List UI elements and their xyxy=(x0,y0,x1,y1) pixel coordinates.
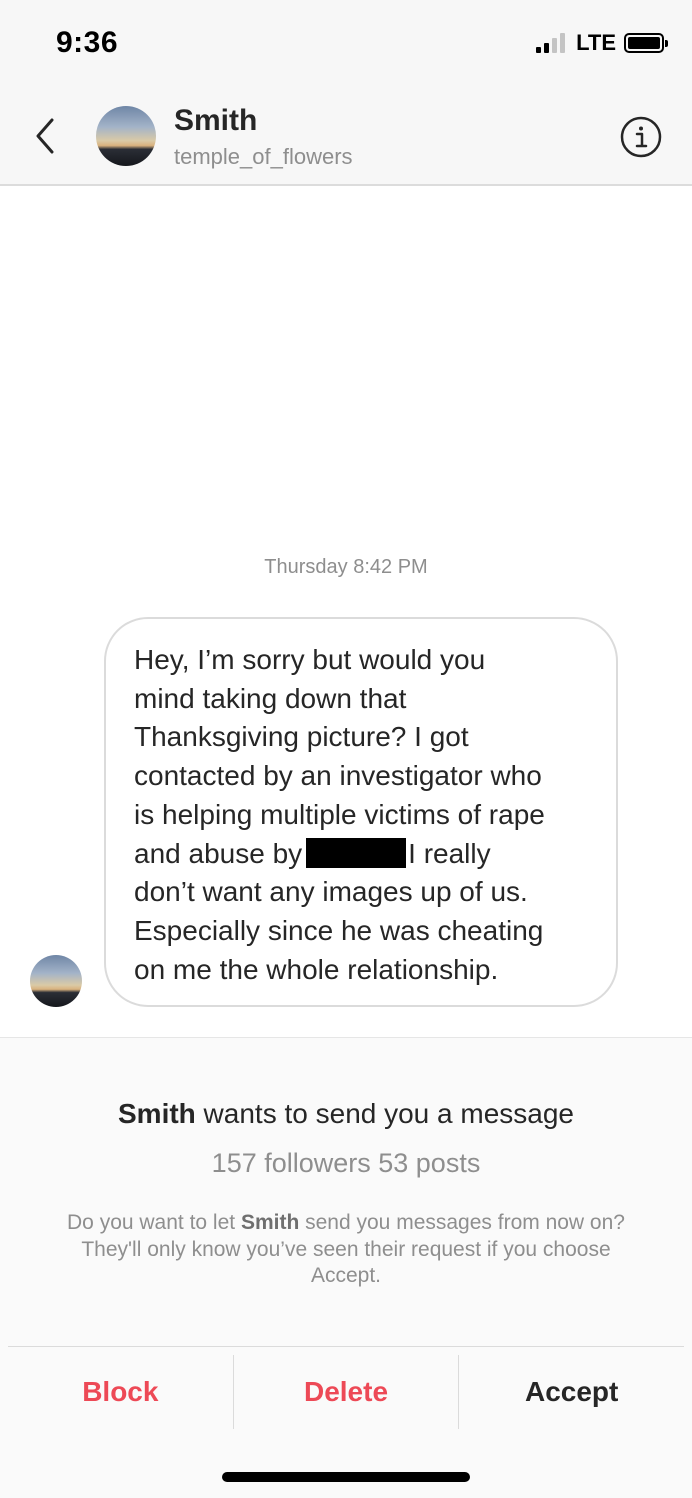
message-bubble[interactable]: Hey, I’m sorry but would you mind taking… xyxy=(104,617,618,1007)
request-desc-text: Do you want to let xyxy=(67,1211,241,1234)
sender-avatar[interactable] xyxy=(30,955,82,1007)
request-title: Smith wants to send you a message xyxy=(0,1098,692,1130)
message-line: mind taking down that xyxy=(134,682,407,714)
redaction-box xyxy=(306,837,407,868)
message-timestamp: Thursday 8:42 PM xyxy=(264,556,428,578)
status-bar: 9:36 LTE xyxy=(0,0,692,86)
message-line: on me the whole relationship. xyxy=(134,953,499,985)
message-line: contacted by an investigator who xyxy=(134,760,542,792)
conversation-header: Smith temple_of_flowers xyxy=(0,86,692,186)
accept-button[interactable]: Accept xyxy=(459,1347,684,1429)
request-sender-name: Smith xyxy=(118,1098,196,1129)
status-indicators: LTE xyxy=(536,30,668,56)
message-line: Especially since he was cheating xyxy=(134,914,544,946)
info-button[interactable] xyxy=(620,116,662,158)
block-button[interactable]: Block xyxy=(8,1347,233,1429)
delete-button[interactable]: Delete xyxy=(234,1347,459,1429)
message-line: is helping multiple victims of rape xyxy=(134,798,545,830)
message-line: and abuse by I really xyxy=(134,835,596,874)
message-line: don’t want any images up of us. xyxy=(134,876,528,908)
message-line: Hey, I’m sorry but would you xyxy=(134,644,486,675)
chevron-left-icon xyxy=(36,118,54,154)
request-title-text: wants to send you a message xyxy=(195,1098,574,1129)
battery-full-icon xyxy=(624,33,668,53)
request-action-bar: Block Delete Accept xyxy=(8,1346,684,1429)
request-desc-name: Smith xyxy=(240,1211,300,1234)
back-button[interactable] xyxy=(26,110,66,162)
signal-strength-icon xyxy=(536,33,568,53)
contact-username[interactable]: temple_of_flowers xyxy=(174,144,353,170)
request-description: Do you want to let Smith send you messag… xyxy=(50,1210,642,1290)
message-fragment: and abuse by xyxy=(134,837,303,869)
network-type: LTE xyxy=(576,30,616,55)
message-fragment: I really xyxy=(408,837,491,869)
home-indicator[interactable] xyxy=(222,1472,470,1482)
info-circle-icon xyxy=(620,116,662,158)
contact-name[interactable]: Smith xyxy=(174,104,257,138)
request-stats: 157 followers 53 posts xyxy=(211,1148,481,1178)
status-time: 9:36 xyxy=(56,26,119,59)
message-line: Thanksgiving picture? I got xyxy=(134,721,469,753)
avatar[interactable] xyxy=(96,106,156,166)
